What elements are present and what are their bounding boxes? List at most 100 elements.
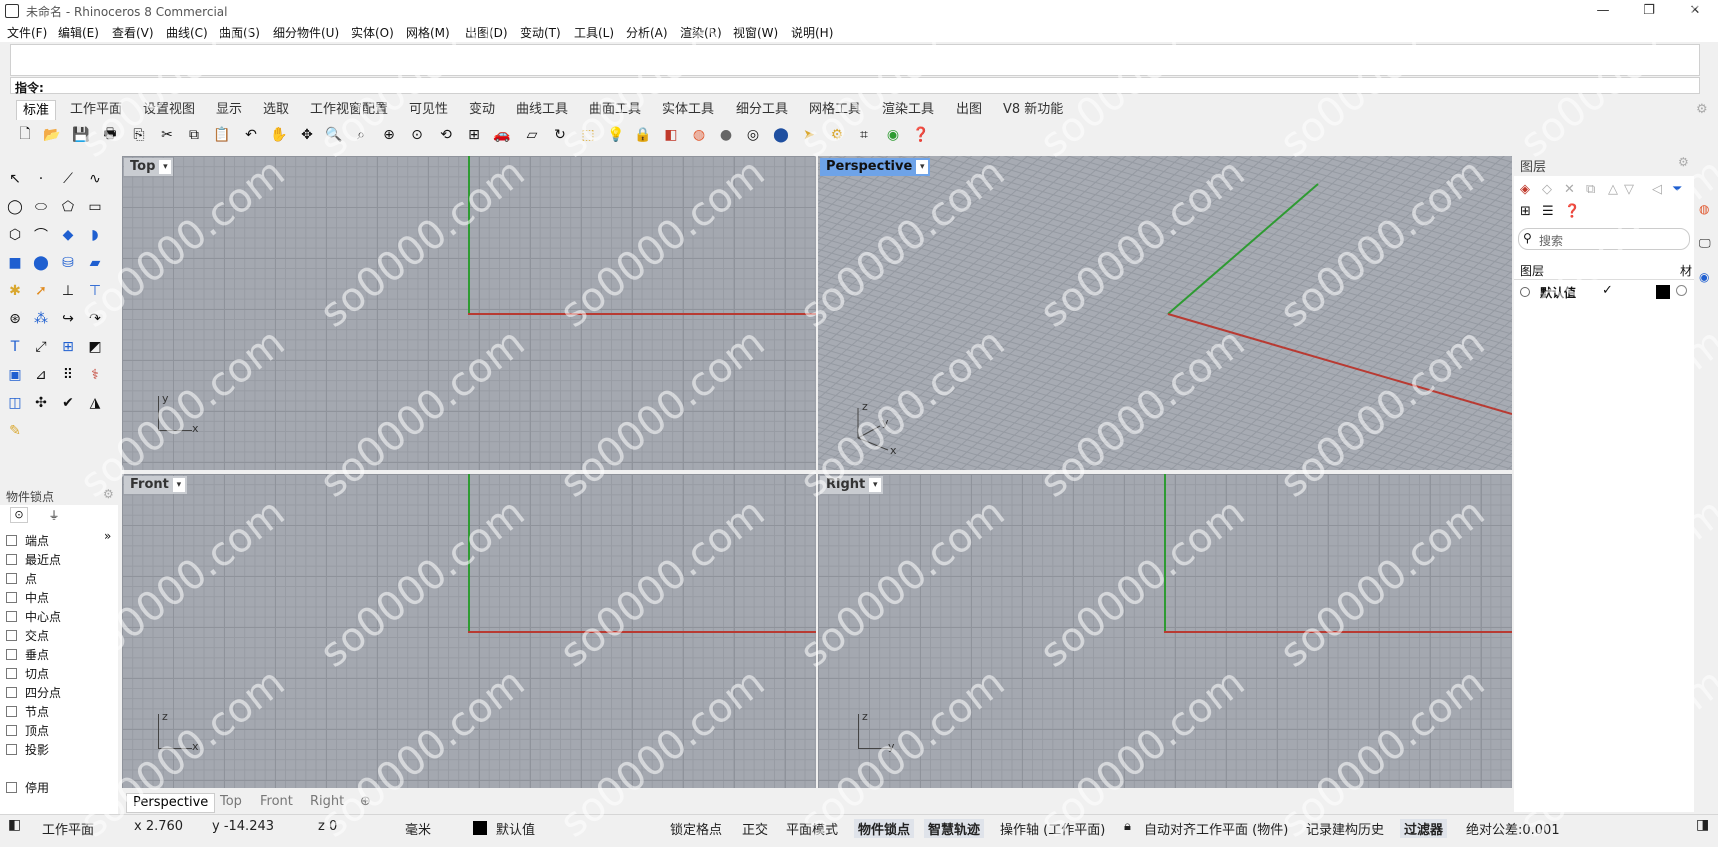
panel-toggle-icon[interactable]: ◧ bbox=[8, 817, 21, 833]
table-view-icon[interactable]: ⊞ bbox=[1520, 204, 1531, 219]
osnap-vertex[interactable]: 顶点 bbox=[6, 721, 49, 739]
status-history[interactable]: 记录建构历史 bbox=[1306, 819, 1384, 838]
status-osnap[interactable]: 物件锁点 bbox=[854, 819, 915, 838]
arc-icon[interactable]: ⬡ bbox=[4, 224, 26, 246]
osnap-near[interactable]: 最近点 bbox=[6, 550, 61, 568]
group-icon[interactable]: ⁂ bbox=[30, 308, 52, 330]
text-icon[interactable]: T bbox=[4, 336, 26, 358]
layer-icon[interactable]: ◧ bbox=[660, 124, 682, 146]
status-cplane[interactable]: 工作平面 bbox=[42, 819, 94, 838]
osnap-end[interactable]: 端点 bbox=[6, 531, 49, 549]
command-line[interactable]: 指令: bbox=[10, 77, 1700, 95]
pan-icon[interactable]: ✋ bbox=[268, 124, 290, 146]
menu-drafting[interactable]: 出图(D) bbox=[465, 24, 508, 41]
save-icon[interactable]: 💾 bbox=[70, 124, 92, 146]
menu-surface[interactable]: 曲面(S) bbox=[219, 24, 260, 41]
paste-icon[interactable]: 📋 bbox=[211, 124, 233, 146]
vptab-right[interactable]: Right bbox=[310, 793, 344, 811]
tab-curve-tools[interactable]: 曲线工具 bbox=[516, 100, 568, 120]
cone-icon[interactable]: ◮ bbox=[84, 392, 106, 414]
status-layer[interactable]: 默认值 bbox=[496, 819, 535, 838]
layer-search-input[interactable]: ⚲ 搜索 bbox=[1518, 228, 1690, 250]
render-sphere-icon[interactable]: ⬤ bbox=[770, 124, 792, 146]
menu-window[interactable]: 视窗(W) bbox=[733, 24, 778, 41]
viewport-title-perspective[interactable]: Perspective ▾ bbox=[820, 158, 931, 176]
tab-solid-tools[interactable]: 实体工具 bbox=[662, 100, 714, 120]
zoom-window-icon[interactable]: ⌕ bbox=[350, 124, 372, 146]
menu-subd[interactable]: 细分物件(U) bbox=[273, 24, 339, 41]
box-icon[interactable]: ■ bbox=[4, 252, 26, 274]
pointer-icon[interactable]: ➤ bbox=[798, 124, 820, 146]
osnap-point[interactable]: 点 bbox=[6, 569, 37, 587]
viewport-title-right[interactable]: Right ▾ bbox=[820, 476, 884, 494]
grid-snap-icon[interactable]: ⌗ bbox=[853, 124, 875, 146]
display-panel-icon[interactable]: 🖵 bbox=[1699, 236, 1711, 251]
cut-icon[interactable]: ✂ bbox=[156, 124, 178, 146]
rotate-view-icon[interactable]: ✥ bbox=[296, 124, 318, 146]
osnap-filter-icon[interactable]: ⏚ bbox=[45, 507, 63, 523]
array-icon[interactable]: ⠿ bbox=[57, 364, 79, 386]
osnap-knot[interactable]: 节点 bbox=[6, 702, 49, 720]
surface-icon[interactable]: ◆ bbox=[57, 224, 79, 246]
move-up-icon[interactable]: △ bbox=[1608, 182, 1618, 197]
osnap-settings-icon[interactable]: ⚙ bbox=[103, 487, 114, 501]
layer-color-swatch[interactable] bbox=[1656, 285, 1670, 299]
light-icon[interactable]: 💡 bbox=[605, 124, 627, 146]
close-button[interactable]: ✕ bbox=[1672, 0, 1718, 22]
help-icon[interactable]: ❓ bbox=[910, 124, 932, 146]
tab-set-view[interactable]: 设置视图 bbox=[143, 100, 195, 120]
tab-v8-new[interactable]: V8 新功能 bbox=[1003, 100, 1063, 120]
collapse-icon[interactable]: ◁ bbox=[1652, 182, 1662, 197]
tab-render-tools[interactable]: 渲染工具 bbox=[882, 100, 934, 120]
menu-curve[interactable]: 曲线(C) bbox=[166, 24, 208, 41]
select-arrow-icon[interactable]: ↖ bbox=[4, 168, 26, 190]
dimension-icon[interactable]: ⤢ bbox=[30, 336, 52, 358]
status-lock-icon[interactable]: 🔒︎ bbox=[1124, 819, 1131, 834]
viewport-right[interactable]: Right ▾ z y bbox=[818, 474, 1512, 788]
ellipse-icon[interactable]: ⬭ bbox=[30, 196, 52, 218]
toolbar-settings-icon[interactable]: ⚙ bbox=[1696, 100, 1708, 120]
trim-icon[interactable]: ⊥ bbox=[57, 280, 79, 302]
layer-row-default[interactable]: 默认值 ✓ bbox=[1514, 282, 1694, 302]
sphere-icon[interactable]: ⬤ bbox=[30, 252, 52, 274]
import-icon[interactable]: ⎘ bbox=[128, 124, 150, 146]
viewport-perspective[interactable]: Perspective ▾ z y x bbox=[818, 156, 1512, 470]
menu-solid[interactable]: 实体(O) bbox=[351, 24, 394, 41]
color-panel-icon[interactable]: ◍ bbox=[1699, 202, 1709, 216]
rectangle-icon[interactable]: ▭ bbox=[84, 196, 106, 218]
four-viewports-icon[interactable]: ⊞ bbox=[463, 124, 485, 146]
color-wheel-icon[interactable]: ◍ bbox=[688, 124, 710, 146]
copy-icon[interactable]: ⧉ bbox=[183, 124, 205, 146]
polyline-icon[interactable]: ⟋ bbox=[57, 168, 79, 190]
zoom-icon[interactable]: 🔍 bbox=[323, 124, 345, 146]
status-ortho[interactable]: 正交 bbox=[742, 819, 768, 838]
layer-material-icon[interactable] bbox=[1676, 285, 1687, 296]
new-icon[interactable]: 🗋 bbox=[14, 124, 36, 146]
add-viewport-tab-icon[interactable]: ⊕ bbox=[360, 793, 371, 811]
loft-icon[interactable]: ◗ bbox=[84, 224, 106, 246]
viewport-front[interactable]: Front ▾ z x bbox=[122, 474, 816, 788]
menu-edit[interactable]: 编辑(E) bbox=[58, 24, 99, 41]
list-view-icon[interactable]: ☰ bbox=[1542, 204, 1554, 219]
vptab-perspective[interactable]: Perspective bbox=[126, 793, 216, 813]
analyze-icon[interactable]: ⚕ bbox=[84, 364, 106, 386]
block-icon[interactable]: ⊞ bbox=[57, 336, 79, 358]
osnap-center[interactable]: 中心点 bbox=[6, 607, 61, 625]
point-icon[interactable]: · bbox=[30, 168, 52, 190]
car-icon[interactable]: 🚗 bbox=[491, 124, 513, 146]
named-views-icon[interactable]: ◉ bbox=[1699, 270, 1709, 284]
curve-icon[interactable]: ∿ bbox=[84, 168, 106, 190]
menu-file[interactable]: 文件(F) bbox=[7, 24, 47, 41]
extend-icon[interactable]: ↪ bbox=[57, 308, 79, 330]
menu-tools[interactable]: 工具(L) bbox=[574, 24, 614, 41]
vptab-top[interactable]: Top bbox=[220, 793, 242, 811]
osnap-mid[interactable]: 中点 bbox=[6, 588, 49, 606]
status-units[interactable]: 毫米 bbox=[405, 819, 431, 838]
move-icon[interactable]: ➚ bbox=[30, 280, 52, 302]
mesh-icon[interactable]: ▰ bbox=[84, 252, 106, 274]
menu-render[interactable]: 渲染(R) bbox=[680, 24, 722, 41]
osnap-quad[interactable]: 四分点 bbox=[6, 683, 61, 701]
osnap-tan[interactable]: 切点 bbox=[6, 664, 49, 682]
menu-analyze[interactable]: 分析(A) bbox=[626, 24, 668, 41]
osnap-intersection[interactable]: 交点 bbox=[6, 626, 49, 644]
